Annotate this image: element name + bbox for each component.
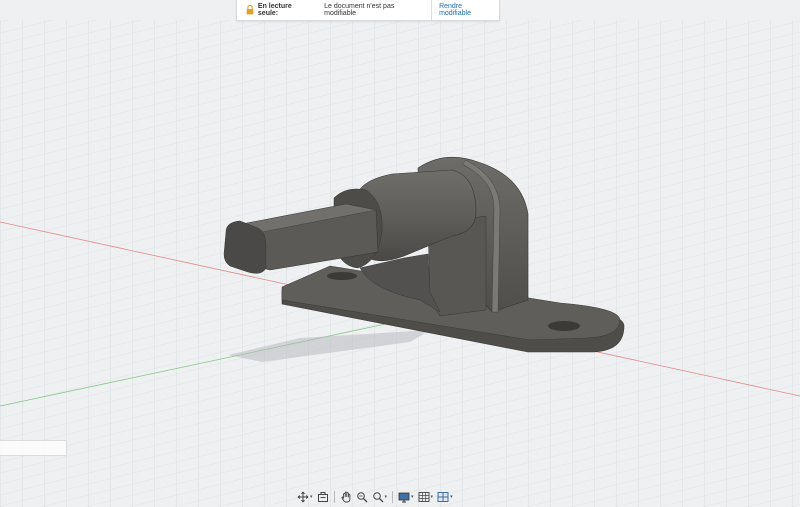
read-only-banner: En lecture seule: Le document n'est pas … — [236, 0, 500, 21]
chevron-down-icon: ▾ — [450, 494, 453, 500]
pan-button[interactable] — [339, 490, 353, 504]
chevron-down-icon: ▾ — [430, 494, 434, 500]
display-settings-button[interactable]: ▾ — [397, 490, 415, 504]
grid-icon — [418, 491, 430, 503]
orbit-icon — [297, 491, 309, 503]
grid-settings-button[interactable]: ▾ — [417, 490, 435, 504]
toolbar-divider — [333, 491, 335, 503]
look-at-icon — [317, 491, 329, 503]
chevron-down-icon: ▾ — [411, 494, 414, 500]
orbit-button[interactable]: ▾ — [296, 490, 314, 504]
banner-title: En lecture seule: — [257, 3, 292, 17]
viewports-button[interactable]: ▾ — [436, 490, 454, 504]
pan-icon — [340, 491, 352, 503]
banner-message: Le document n'est pas modifiable — [324, 3, 395, 17]
mount-hole-left — [327, 272, 357, 280]
toolbar-divider — [392, 491, 394, 503]
display-settings-icon — [398, 491, 410, 503]
lock-icon — [243, 5, 258, 15]
collapsed-panel[interactable] — [0, 440, 67, 456]
3d-viewport[interactable] — [0, 0, 800, 507]
chevron-down-icon: ▾ — [310, 494, 313, 500]
look-at-button[interactable] — [316, 490, 330, 504]
mount-hole-right — [548, 321, 580, 331]
fit-icon — [372, 491, 384, 503]
shaft-end-face — [223, 220, 267, 274]
make-editable-button[interactable]: Rendre modifiable — [432, 3, 499, 17]
zoom-button[interactable] — [355, 490, 369, 504]
navigation-toolbar: ▾ ▾ ▾ ▾ ▾ — [296, 489, 454, 505]
fit-button[interactable]: ▾ — [371, 490, 389, 504]
zoom-icon — [356, 491, 368, 503]
viewports-icon — [437, 491, 449, 503]
chevron-down-icon: ▾ — [384, 494, 388, 500]
